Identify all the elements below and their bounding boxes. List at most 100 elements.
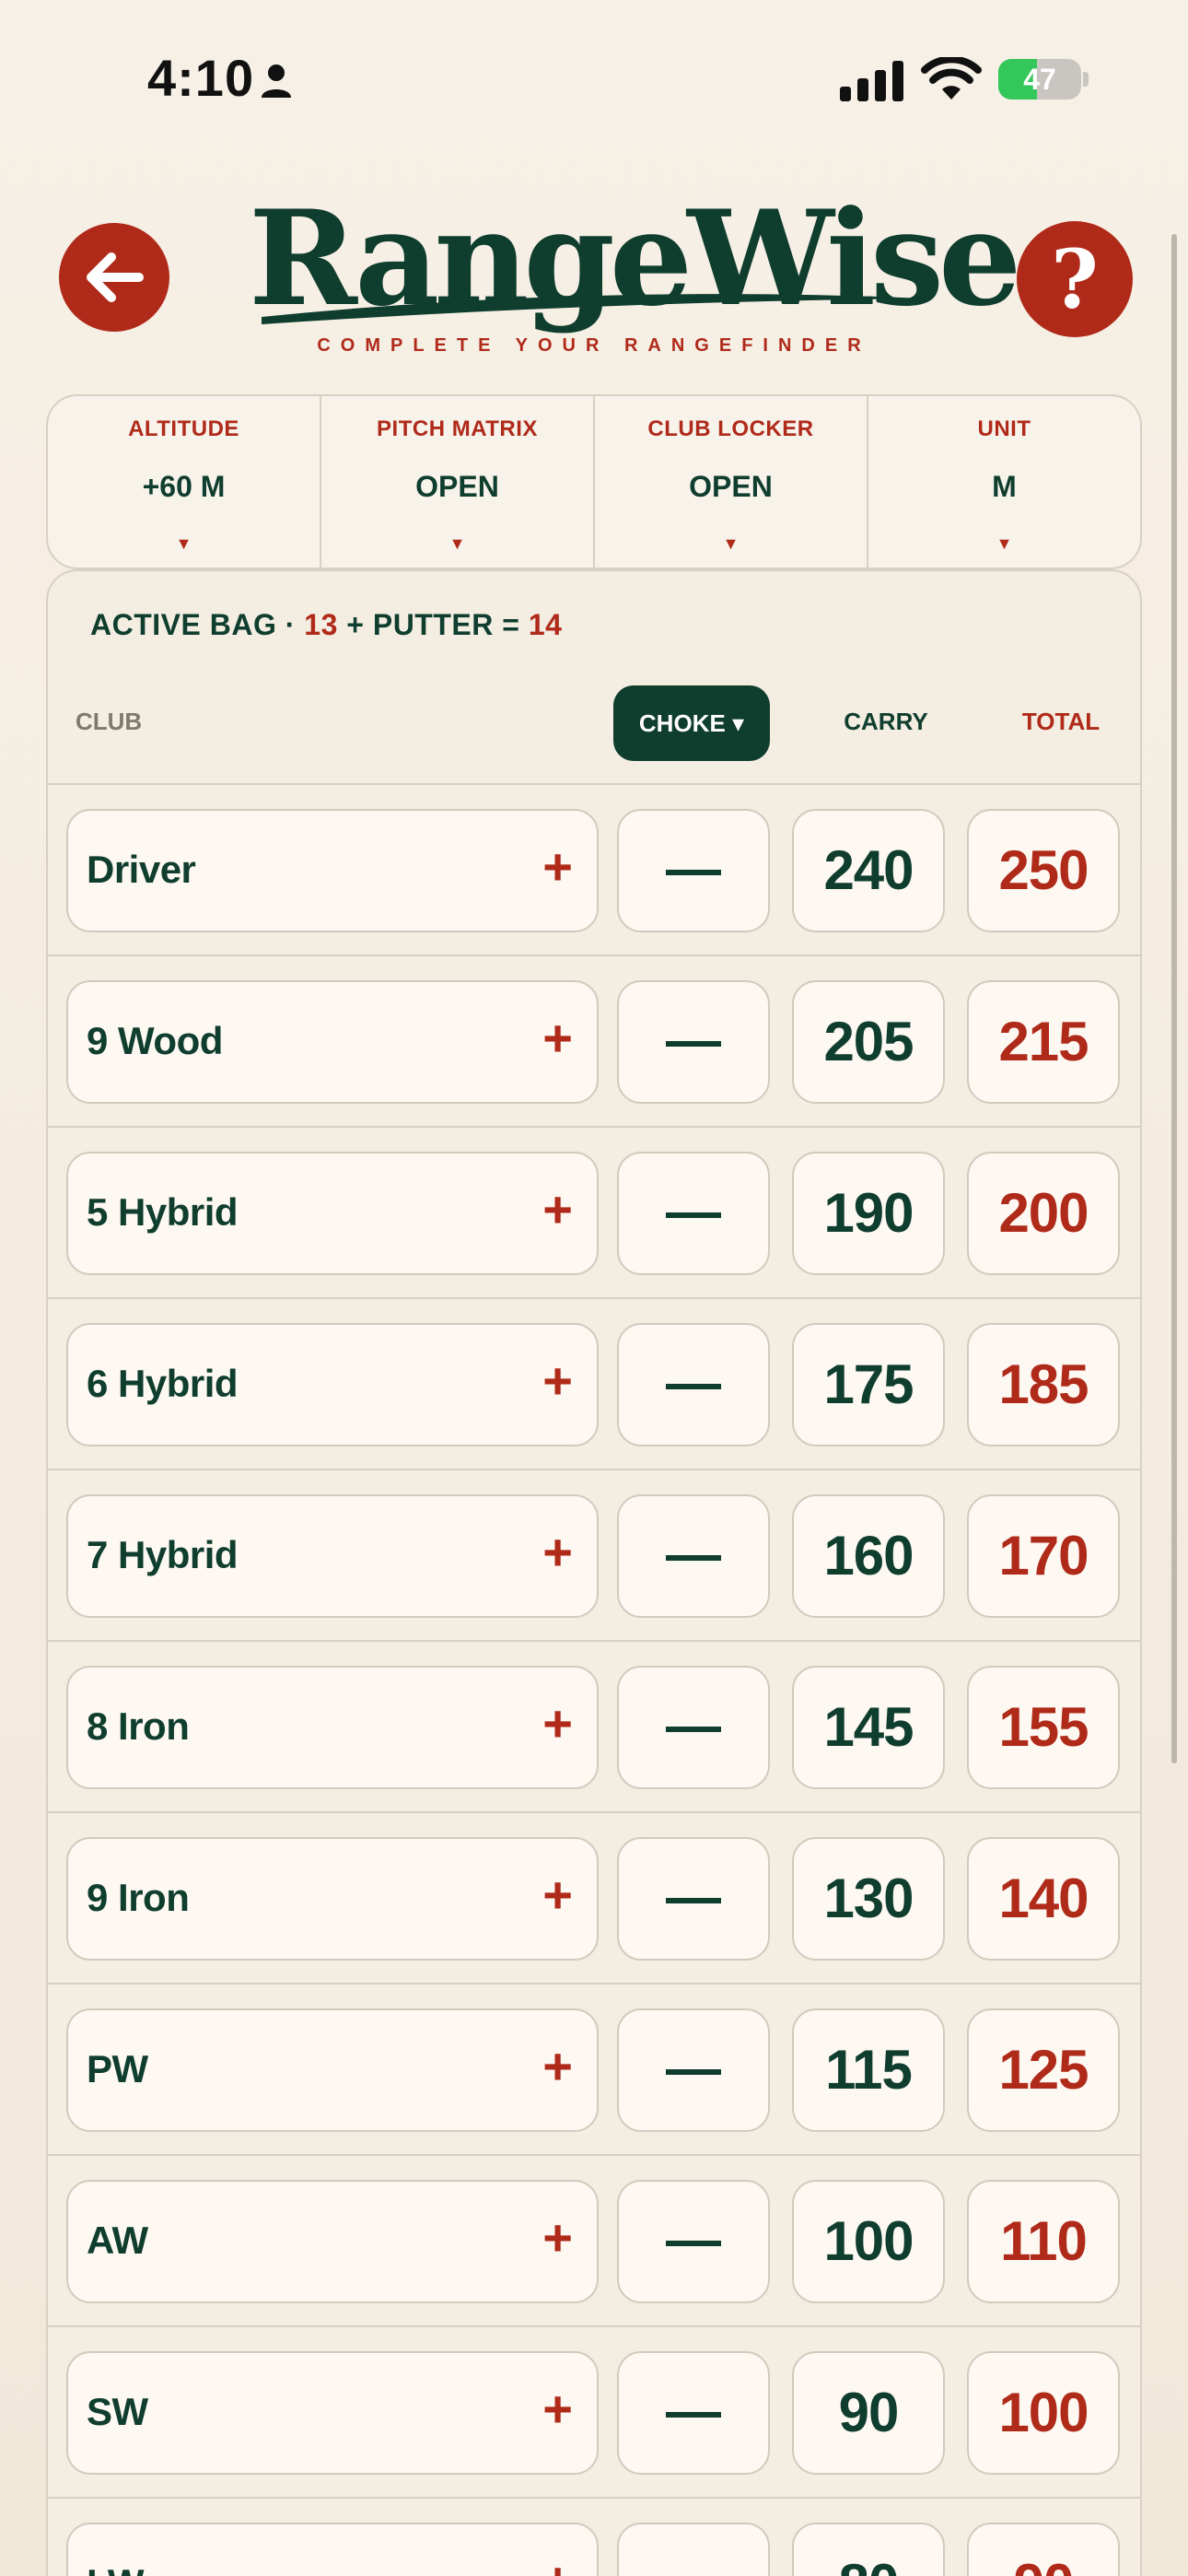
choke-field[interactable]	[617, 1666, 770, 1789]
total-field[interactable]: 125	[967, 2008, 1120, 2132]
carry-field[interactable]: 115	[792, 2008, 945, 2132]
club-name: AW	[87, 2219, 148, 2262]
choke-field[interactable]	[617, 1323, 770, 1446]
club-name-field[interactable]: 5 Hybrid +	[66, 1152, 599, 1275]
club-name-field[interactable]: AW +	[66, 2180, 599, 2303]
total-field[interactable]: 250	[967, 809, 1120, 932]
total-value: 90	[969, 2552, 1118, 2576]
club-name-field[interactable]: 9 Wood +	[66, 980, 599, 1104]
back-button[interactable]	[59, 223, 169, 332]
plus-icon[interactable]: +	[542, 2550, 573, 2576]
carry-value: 100	[823, 2210, 914, 2272]
table-row: 9 Iron +130 140	[48, 1811, 1140, 1983]
setting-altitude[interactable]: ALTITUDE +60 M ▼	[48, 396, 321, 568]
setting-pitch-matrix[interactable]: PITCH MATRIX OPEN ▼	[321, 396, 595, 568]
club-name-field[interactable]: 9 Iron +	[66, 1837, 599, 1961]
choke-dropdown-button[interactable]: CHOKE ▾	[613, 685, 770, 761]
cellular-signal-icon	[840, 61, 903, 101]
total-field[interactable]: 140	[967, 1837, 1120, 1961]
carry-field[interactable]: 145	[792, 1666, 945, 1789]
total-field[interactable]: 155	[967, 1666, 1120, 1789]
setting-label: ALTITUDE	[128, 416, 239, 441]
carry-field[interactable]: 130	[792, 1837, 945, 1961]
club-name: 9 Wood	[87, 1019, 223, 1062]
choke-field[interactable]	[617, 2008, 770, 2132]
plus-icon[interactable]: +	[542, 2207, 573, 2267]
choke-field[interactable]	[617, 2351, 770, 2475]
battery-level: 47	[1023, 63, 1056, 96]
club-name-field[interactable]: Driver +	[66, 809, 599, 932]
plus-icon[interactable]: +	[542, 1351, 573, 1411]
choke-field[interactable]	[617, 980, 770, 1104]
scrollbar[interactable]	[1171, 234, 1177, 1763]
club-name-field[interactable]: PW +	[66, 2008, 599, 2132]
plus-icon[interactable]: +	[542, 1522, 573, 1582]
help-button[interactable]: ?	[1017, 221, 1133, 337]
carry-field[interactable]: 100	[792, 2180, 945, 2303]
plus-icon[interactable]: +	[542, 1693, 573, 1753]
setting-club-locker[interactable]: CLUB LOCKER OPEN ▼	[595, 396, 868, 568]
column-header-total: TOTAL	[1021, 708, 1101, 735]
club-name-field[interactable]: LW +	[66, 2523, 599, 2576]
column-header-club: CLUB	[76, 708, 143, 735]
choke-field[interactable]	[617, 2180, 770, 2303]
plus-icon[interactable]: +	[542, 1008, 573, 1068]
club-table-card: ACTIVE BAG · 13 + PUTTER = 14 CLUB CHOKE…	[46, 569, 1142, 2576]
dash-icon	[666, 1384, 721, 1389]
dash-icon	[666, 1555, 721, 1561]
total-field[interactable]: 170	[967, 1494, 1120, 1618]
dash-icon	[666, 1212, 721, 1218]
setting-unit[interactable]: UNIT M ▼	[868, 396, 1140, 568]
club-name: 9 Iron	[87, 1876, 190, 1919]
club-name-field[interactable]: SW +	[66, 2351, 599, 2475]
choke-field[interactable]	[617, 1837, 770, 1961]
choke-field[interactable]	[617, 809, 770, 932]
bag-total: 14	[528, 608, 563, 641]
club-name: LW	[87, 2561, 144, 2576]
carry-field[interactable]: 90	[792, 2351, 945, 2475]
app-logo: RangeWise	[249, 181, 1021, 346]
caret-down-icon: ▼	[448, 534, 466, 553]
arrow-left-icon	[87, 252, 144, 302]
setting-value: OPEN	[689, 470, 773, 503]
club-name-field[interactable]: 8 Iron +	[66, 1666, 599, 1789]
carry-field[interactable]: 190	[792, 1152, 945, 1275]
club-name-field[interactable]: 7 Hybrid +	[66, 1494, 599, 1618]
carry-field[interactable]: 175	[792, 1323, 945, 1446]
plus-icon[interactable]: +	[542, 2379, 573, 2439]
carry-field[interactable]: 160	[792, 1494, 945, 1618]
club-name: PW	[87, 2047, 148, 2090]
settings-bar: ALTITUDE +60 M ▼ PITCH MATRIX OPEN ▼ CLU…	[46, 394, 1142, 569]
choke-field[interactable]	[617, 1152, 770, 1275]
choke-field[interactable]	[617, 1494, 770, 1618]
plus-icon[interactable]: +	[542, 837, 573, 896]
total-value: 100	[998, 2382, 1089, 2443]
total-value: 200	[998, 1182, 1089, 1244]
total-field[interactable]: 110	[967, 2180, 1120, 2303]
plus-icon[interactable]: +	[542, 1179, 573, 1239]
carry-field[interactable]: 80	[792, 2523, 945, 2576]
choke-field[interactable]	[617, 2523, 770, 2576]
plus-icon[interactable]: +	[542, 2036, 573, 2096]
total-value: 250	[998, 839, 1089, 901]
club-name: 6 Hybrid	[87, 1362, 239, 1405]
total-value: 215	[998, 1011, 1089, 1072]
carry-value: 240	[823, 839, 914, 901]
total-field[interactable]: 200	[967, 1152, 1120, 1275]
plus-icon[interactable]: +	[542, 1865, 573, 1925]
total-field[interactable]: 185	[967, 1323, 1120, 1446]
total-field[interactable]: 215	[967, 980, 1120, 1104]
carry-field[interactable]: 205	[792, 980, 945, 1104]
total-field[interactable]: 100	[967, 2351, 1120, 2475]
carry-field[interactable]: 240	[792, 809, 945, 932]
status-time: 4:10	[147, 49, 255, 107]
club-name-field[interactable]: 6 Hybrid +	[66, 1323, 599, 1446]
dash-icon	[666, 1041, 721, 1047]
club-name: SW	[87, 2390, 148, 2433]
total-value: 155	[998, 1696, 1089, 1758]
bag-prefix: ACTIVE BAG ·	[90, 608, 305, 641]
active-bag-summary: ACTIVE BAG · 13 + PUTTER = 14	[90, 608, 562, 642]
table-row: 8 Iron + 145 155	[48, 1640, 1140, 1811]
total-field[interactable]: 90	[967, 2523, 1120, 2576]
caret-down-icon: ▼	[996, 534, 1013, 553]
